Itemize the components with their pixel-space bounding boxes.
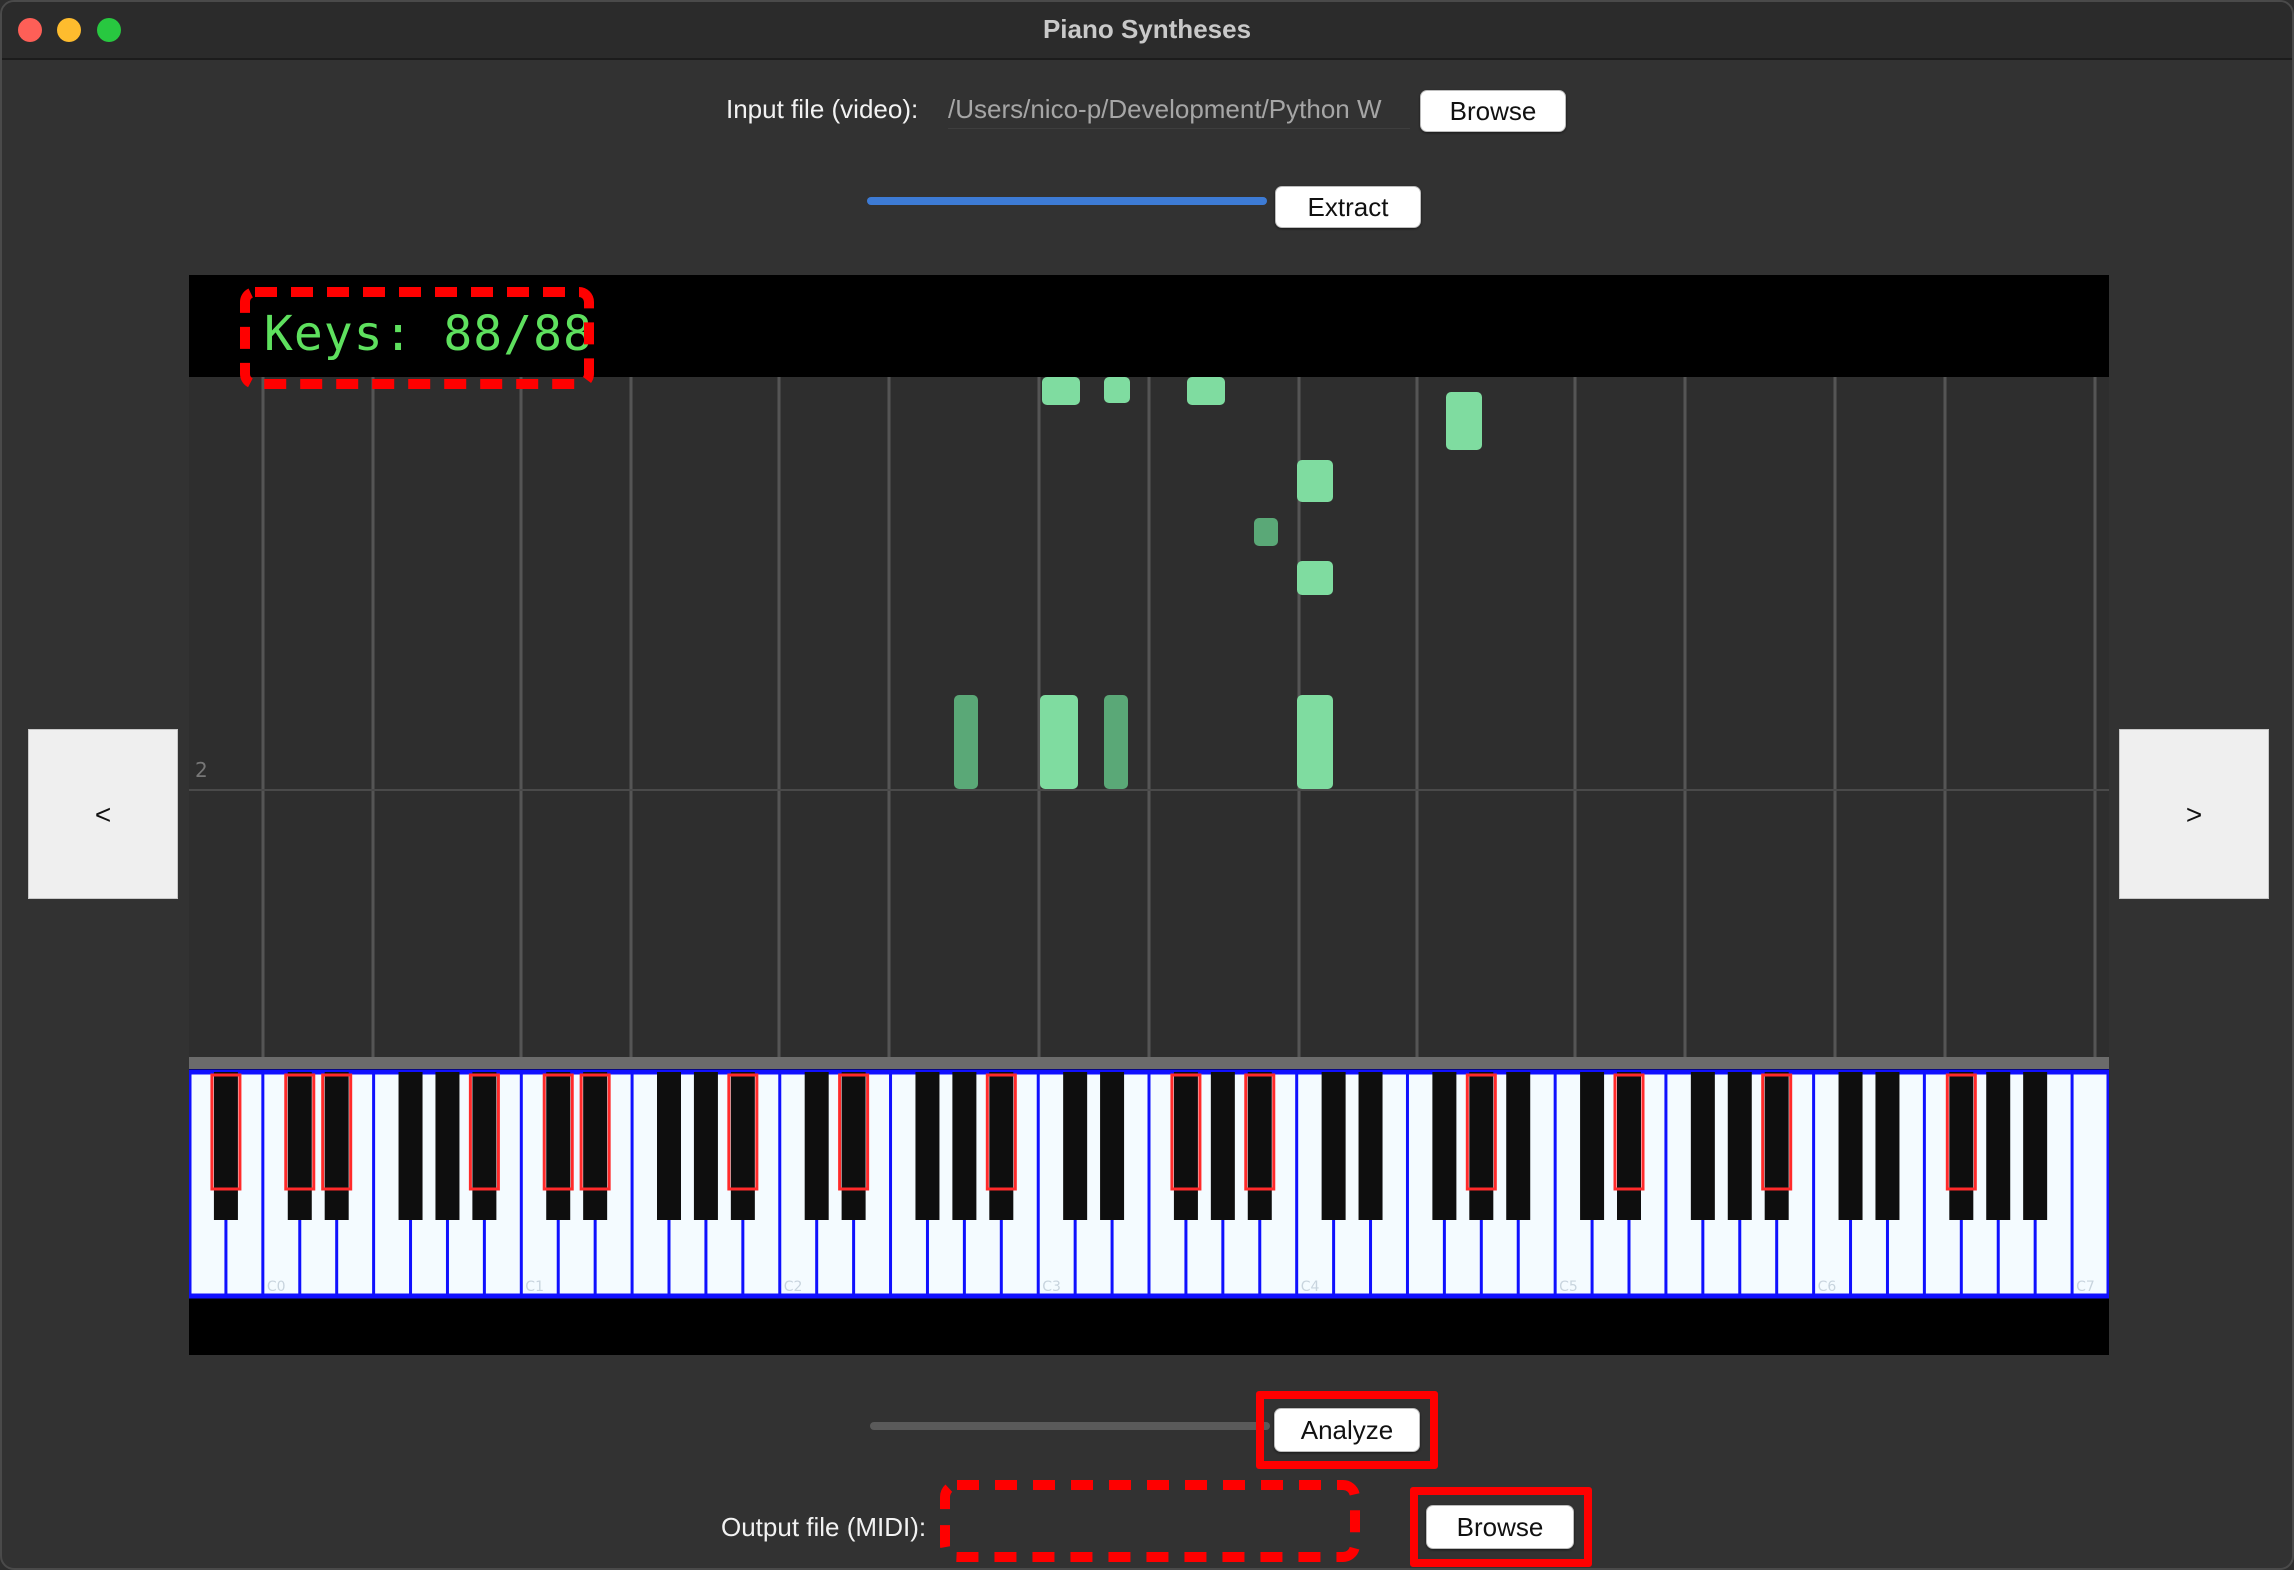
input-file-label: Input file (video): bbox=[726, 94, 919, 124]
note-block bbox=[1446, 392, 1482, 450]
black-key bbox=[1764, 1072, 1789, 1220]
input-path-field[interactable]: /Users/nico-p/Development/Python W bbox=[948, 90, 1410, 129]
octave-label: C0 bbox=[267, 1279, 286, 1295]
black-key bbox=[213, 1072, 238, 1220]
note-block bbox=[1297, 460, 1333, 502]
octave-label: C5 bbox=[1559, 1279, 1578, 1295]
black-key bbox=[1690, 1072, 1715, 1220]
black-key bbox=[1580, 1072, 1605, 1220]
note-block bbox=[1042, 377, 1080, 405]
analyze-progress-bar bbox=[870, 1422, 1270, 1430]
prev-frame-button[interactable]: < bbox=[28, 729, 178, 899]
black-key bbox=[1469, 1072, 1494, 1220]
black-key bbox=[657, 1072, 681, 1220]
black-key bbox=[989, 1072, 1014, 1220]
black-key bbox=[1617, 1072, 1641, 1220]
black-key bbox=[1100, 1072, 1125, 1220]
black-key bbox=[730, 1072, 755, 1220]
note-block bbox=[1254, 518, 1278, 546]
note-block bbox=[1104, 695, 1128, 789]
black-key bbox=[287, 1072, 312, 1220]
note-block bbox=[1187, 377, 1225, 405]
octave-label: C7 bbox=[2076, 1279, 2095, 1295]
note-block bbox=[1104, 377, 1130, 403]
next-frame-button[interactable]: > bbox=[2119, 729, 2269, 899]
video-preview: 2 C0 C1 C2 C3 C4 C5 C6 C7 bbox=[189, 275, 2109, 1355]
preview-canvas: 2 C0 C1 C2 C3 C4 C5 C6 C7 bbox=[189, 377, 2109, 1299]
note-block bbox=[1297, 561, 1333, 595]
octave-label: C3 bbox=[1042, 1279, 1061, 1295]
measure-marker: 2 bbox=[195, 758, 208, 782]
note-block bbox=[1297, 695, 1333, 789]
black-key bbox=[1838, 1072, 1863, 1220]
black-key bbox=[1727, 1072, 1752, 1220]
input-browse-button[interactable]: Browse bbox=[1420, 90, 1566, 132]
black-key bbox=[472, 1072, 497, 1220]
black-key bbox=[324, 1072, 349, 1220]
black-key bbox=[398, 1072, 423, 1220]
extract-button[interactable]: Extract bbox=[1275, 186, 1421, 228]
black-key bbox=[435, 1072, 460, 1220]
octave-label: C1 bbox=[525, 1279, 544, 1295]
app-window: Piano Syntheses Input file (video): /Use… bbox=[0, 0, 2294, 1570]
black-key bbox=[952, 1072, 977, 1220]
note-block bbox=[954, 695, 978, 789]
output-file-label: Output file (MIDI): bbox=[721, 1512, 927, 1542]
black-key bbox=[915, 1072, 940, 1220]
note-block bbox=[1040, 695, 1078, 789]
keyboard-top-edge bbox=[189, 1057, 2109, 1069]
octave-label: C4 bbox=[1301, 1279, 1320, 1295]
black-key bbox=[1358, 1072, 1383, 1220]
black-key bbox=[1875, 1072, 1900, 1220]
analyze-button[interactable]: Analyze bbox=[1274, 1408, 1420, 1452]
black-key bbox=[546, 1072, 571, 1220]
black-key bbox=[1063, 1072, 1088, 1220]
black-key bbox=[1210, 1072, 1235, 1220]
window-title: Piano Syntheses bbox=[1042, 14, 1252, 44]
black-key bbox=[1321, 1072, 1346, 1220]
keys-count-highlight bbox=[240, 287, 594, 389]
black-key bbox=[1986, 1072, 2011, 1220]
black-key bbox=[2023, 1072, 2048, 1220]
black-key bbox=[1506, 1072, 1531, 1220]
black-key bbox=[804, 1072, 829, 1220]
black-key bbox=[841, 1072, 866, 1220]
black-key bbox=[1432, 1072, 1457, 1220]
output-browse-button[interactable]: Browse bbox=[1426, 1505, 1574, 1549]
black-key bbox=[693, 1072, 718, 1220]
black-key bbox=[1949, 1072, 1974, 1220]
black-key bbox=[583, 1072, 608, 1220]
extract-progress-bar bbox=[867, 197, 1267, 205]
black-key bbox=[1173, 1072, 1198, 1220]
octave-label: C2 bbox=[784, 1279, 803, 1295]
output-path-highlight bbox=[940, 1480, 1360, 1562]
title-bar: Piano Syntheses bbox=[2, 2, 2292, 60]
black-key bbox=[1247, 1072, 1272, 1220]
octave-label: C6 bbox=[1818, 1279, 1837, 1295]
